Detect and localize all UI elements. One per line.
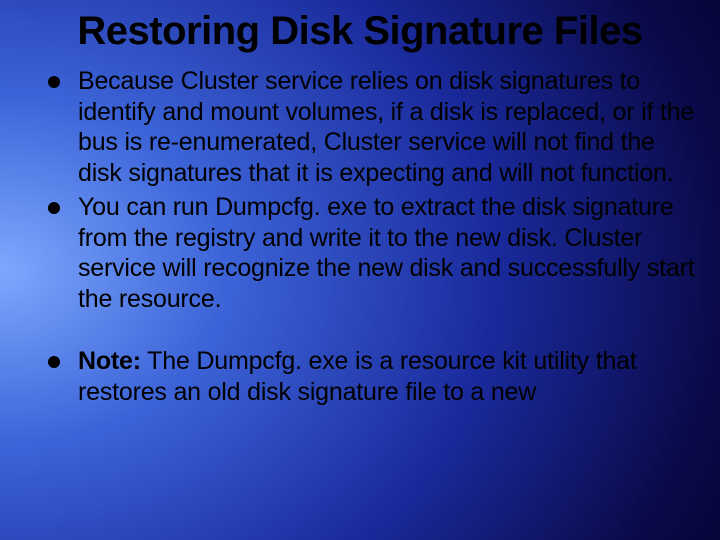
note-text: The Dumpcfg. exe is a resource kit utili… — [78, 347, 637, 406]
spacer — [24, 318, 696, 346]
slide: Restoring Disk Signature Files Because C… — [0, 0, 720, 540]
note-item: Note: The Dumpcfg. exe is a resource kit… — [78, 346, 696, 407]
bullet-item: You can run Dumpcfg. exe to extract the … — [78, 192, 696, 314]
note-label: Note: — [78, 347, 141, 375]
bullet-item: Because Cluster service relies on disk s… — [78, 66, 696, 188]
bullet-list: Because Cluster service relies on disk s… — [24, 66, 696, 314]
slide-title: Restoring Disk Signature Files — [64, 8, 656, 54]
note-list: Note: The Dumpcfg. exe is a resource kit… — [24, 346, 696, 407]
